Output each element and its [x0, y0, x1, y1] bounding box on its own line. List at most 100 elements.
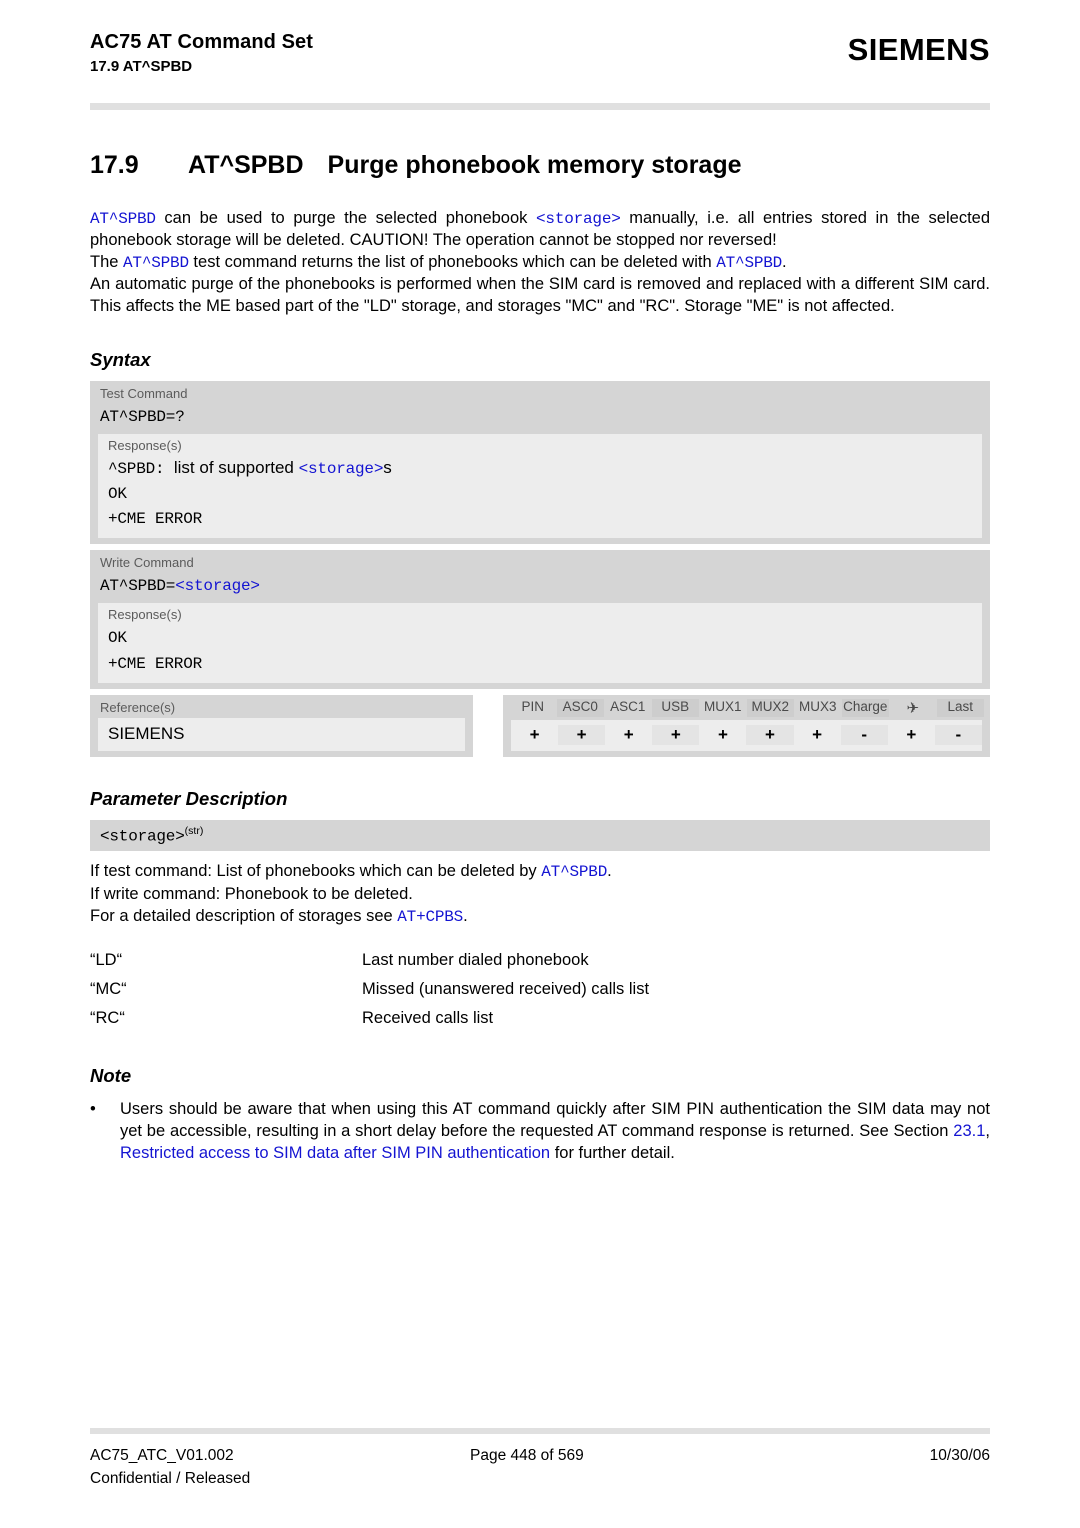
intro-paragraph-2: The AT^SPBD test command returns the lis…: [90, 252, 990, 274]
param-line-2: If write command: Phonebook to be delete…: [90, 884, 413, 903]
compat-value-usb: +: [652, 725, 699, 745]
syntax-table: Test Command AT^SPBD=? Response(s) ^SPBD…: [90, 381, 990, 757]
parameter-description-body: If test command: List of phonebooks whic…: [90, 861, 990, 927]
at-cpbs-code: AT+CPBS: [397, 907, 464, 926]
storage-values-list: “LD“ Last number dialed phonebook “MC“ M…: [90, 946, 990, 1034]
cme-error-code: +CME ERROR: [108, 510, 203, 529]
storage-param-code: <storage>: [175, 577, 260, 596]
reference-compat-row: Reference(s) SIEMENS PIN ASC0 ASC1 USB M…: [90, 694, 990, 757]
syntax-heading: Syntax: [90, 349, 151, 371]
compat-value-asc1: +: [623, 724, 634, 744]
note-text-a: Users should be aware that when using th…: [120, 1100, 990, 1141]
test-response-text: list of supported: [173, 458, 299, 478]
write-command-block: Write Command AT^SPBD=<storage> Response…: [90, 550, 990, 689]
write-response-error: +CME ERROR: [98, 651, 982, 676]
page-footer: AC75_ATC_V01.002 Page 448 of 569 10/30/0…: [90, 1428, 990, 1490]
footer-date: 10/30/06: [929, 1447, 990, 1465]
reference-block: Reference(s) SIEMENS: [90, 694, 473, 757]
compat-header-asc1: ASC1: [610, 698, 646, 714]
param-line-1-end: .: [607, 862, 612, 881]
footer-page-number: Page 448 of 569: [470, 1447, 584, 1465]
page-title: 17.9 AT^SPBD Purge phonebook memory stor…: [90, 150, 990, 180]
storage-param-code: <storage>: [298, 460, 384, 479]
test-command-block: Test Command AT^SPBD=? Response(s) ^SPBD…: [90, 381, 990, 545]
test-response-ok: OK: [98, 481, 982, 506]
test-command-code: AT^SPBD=?: [100, 408, 185, 427]
at-spbd-code: AT^SPBD: [90, 209, 156, 228]
airplane-mode-icon: ✈: [906, 699, 920, 717]
test-response-label: Response(s): [108, 438, 182, 454]
section-command: AT^SPBD: [188, 150, 304, 179]
compat-header-usb: USB: [652, 699, 700, 717]
storage-value-key: “RC“: [90, 1009, 125, 1028]
footer-row-1: AC75_ATC_V01.002 Page 448 of 569 10/30/0…: [90, 1445, 990, 1467]
intro-paragraph-1: AT^SPBD can be used to purge the selecte…: [90, 208, 990, 252]
storage-value-key: “LD“: [90, 950, 123, 969]
at-spbd-code: AT^SPBD: [541, 863, 608, 882]
compat-header-mux1: MUX1: [703, 698, 742, 714]
intro-text: AT^SPBD can be used to purge the selecte…: [90, 208, 990, 318]
storage-param-name: <storage>: [100, 827, 185, 846]
compat-value-pin: +: [529, 724, 540, 744]
param-line-3: For a detailed description of storages s…: [90, 906, 990, 928]
compat-value-mux1: +: [717, 724, 728, 744]
bullet-icon: •: [90, 1100, 96, 1119]
write-command-code: AT^SPBD=: [100, 577, 176, 596]
test-response-line-1: ^SPBD: list of supported <storage>s: [98, 456, 982, 481]
footer-row-2: Confidential / Released: [90, 1468, 990, 1490]
note-link-separator: ,: [985, 1122, 990, 1141]
intro-p2-a: The: [90, 252, 124, 271]
storage-param-code: <storage>: [536, 209, 621, 228]
compat-header-asc0: ASC0: [557, 699, 605, 717]
compat-header-charge: Charge: [842, 699, 890, 717]
compat-value-last: -: [935, 725, 982, 745]
footer-classification: Confidential / Released: [90, 1469, 251, 1487]
parameter-name-bar: <storage>(str): [90, 819, 990, 852]
at-spbd-code: AT^SPBD: [123, 253, 189, 272]
list-item: “MC“ Missed (unanswered received) calls …: [90, 975, 990, 1004]
test-response-suffix: s: [383, 458, 392, 478]
storage-value-desc: Missed (unanswered received) calls list: [362, 979, 650, 998]
test-response-box: Response(s) ^SPBD: list of supported <st…: [98, 434, 982, 539]
compat-value-asc0: +: [558, 725, 605, 745]
param-line-3-end: .: [463, 906, 468, 925]
test-response-error: +CME ERROR: [98, 506, 982, 531]
note-text-b: for further detail.: [550, 1144, 675, 1163]
footer-doc-id: AC75_ATC_V01.002: [90, 1447, 234, 1465]
cme-error-code: +CME ERROR: [108, 654, 203, 673]
page-header: AC75 AT Command Set 17.9 AT^SPBD SIEMENS: [90, 0, 990, 77]
storage-value-key: “MC“: [90, 979, 127, 998]
note-text: Users should be aware that when using th…: [120, 1099, 990, 1165]
ok-code: OK: [108, 485, 127, 504]
intro-p2-b: test command returns the list of phonebo…: [188, 252, 717, 271]
storage-value-desc: Received calls list: [362, 1009, 494, 1028]
compat-value-charge: -: [841, 725, 888, 745]
note-heading: Note: [90, 1065, 132, 1087]
at-spbd-code: AT^SPBD: [716, 253, 783, 272]
compat-header-pin: PIN: [521, 698, 544, 714]
restricted-access-link[interactable]: Restricted access to SIM data after SIM …: [120, 1144, 550, 1162]
compat-header-last: Last: [937, 699, 985, 717]
section-23-1-link[interactable]: 23.1: [953, 1122, 985, 1140]
header-titles: AC75 AT Command Set 17.9 AT^SPBD: [90, 30, 313, 77]
reference-value: SIEMENS: [98, 717, 465, 751]
ok-code: OK: [108, 629, 127, 648]
intro-p1-a: can be used to purge the selected phoneb…: [155, 208, 537, 227]
document-title: AC75 AT Command Set: [90, 31, 314, 53]
intro-paragraph-3: An automatic purge of the phonebooks is …: [90, 275, 990, 316]
spbd-response-prefix: ^SPBD:: [108, 460, 165, 479]
compatibility-table: PIN ASC0 ASC1 USB MUX1 MUX2 MUX3 Charge …: [503, 694, 990, 757]
list-item: “RC“ Received calls list: [90, 1004, 990, 1033]
header-divider: [90, 102, 990, 110]
test-command-value: AT^SPBD=?: [90, 404, 990, 434]
document-page: AC75 AT Command Set 17.9 AT^SPBD SIEMENS…: [0, 0, 1080, 1528]
siemens-logo: SIEMENS: [847, 32, 990, 67]
list-item: “LD“ Last number dialed phonebook: [90, 946, 990, 975]
compat-value-airplane: +: [906, 724, 917, 744]
running-head-section: 17.9 AT^SPBD: [90, 58, 193, 75]
write-command-label: Write Command: [100, 555, 194, 571]
write-response-ok: OK: [98, 625, 982, 650]
storage-param-type: (str): [184, 824, 204, 837]
section-title-text: Purge phonebook memory storage: [327, 150, 742, 179]
storage-value-desc: Last number dialed phonebook: [362, 950, 589, 969]
